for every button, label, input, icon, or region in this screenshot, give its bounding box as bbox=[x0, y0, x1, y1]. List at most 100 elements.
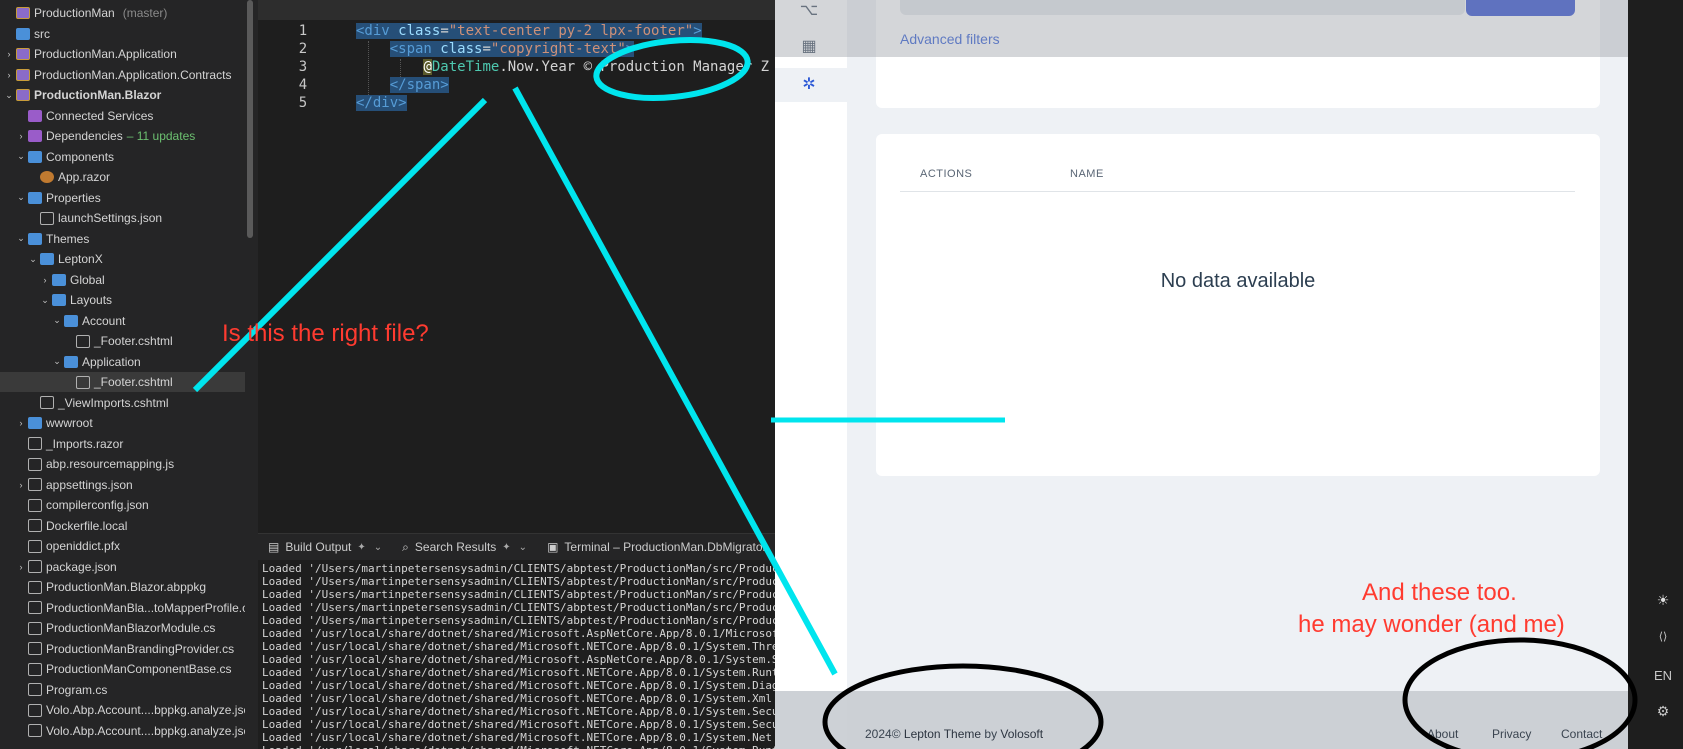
tree-item[interactable]: _Footer.cshtml bbox=[0, 331, 245, 351]
chevron-icon[interactable]: ⌄ bbox=[40, 295, 50, 306]
panel-tab[interactable]: ▣ Terminal – ProductionMan.DbMigrator bbox=[537, 534, 776, 560]
footer-privacy-link[interactable]: Privacy bbox=[1492, 727, 1531, 741]
explorer-scrollbar[interactable] bbox=[247, 0, 253, 238]
footer-contact-link[interactable]: Contact bbox=[1561, 727, 1602, 741]
tree-item[interactable]: _Footer.cshtml bbox=[0, 372, 245, 392]
code-line[interactable]: 3 @DateTime.Now.Year © Production Manage… bbox=[258, 59, 775, 77]
tree-item[interactable]: _Imports.razor bbox=[0, 434, 245, 454]
tree-item[interactable]: _ViewImports.cshtml bbox=[0, 393, 245, 413]
chevron-icon[interactable]: › bbox=[4, 49, 14, 59]
panel-tab-bar: ▤ Build Output ✦ ⌄ ⌕ Search Results ✦ ⌄ ▣ Termina… bbox=[258, 534, 775, 560]
tree-item[interactable]: ProductionManBla...toMapperProfile.cs bbox=[0, 598, 245, 618]
output-line: Loaded '/usr/local/share/dotnet/shared/M… bbox=[262, 718, 775, 731]
code-line[interactable]: 5 </div> bbox=[258, 95, 775, 113]
tree-item[interactable]: ⌄ Components bbox=[0, 147, 245, 167]
razor-file-icon bbox=[40, 171, 54, 183]
chevron-icon[interactable]: ⌄ bbox=[16, 192, 26, 203]
chevron-icon[interactable]: › bbox=[16, 480, 26, 490]
chevron-icon[interactable]: ⌄ bbox=[16, 233, 26, 244]
code-token: <div bbox=[356, 23, 399, 39]
tree-item[interactable]: abp.resourcemapping.js bbox=[0, 454, 245, 474]
footer-about-link[interactable]: About bbox=[1427, 727, 1458, 741]
tree-item[interactable]: src bbox=[0, 24, 245, 44]
code-token: <span bbox=[389, 41, 441, 57]
cshtml-file-icon bbox=[40, 396, 54, 409]
tree-item-label: Connected Services bbox=[46, 108, 154, 123]
tree-item[interactable]: compilerconfig.json bbox=[0, 495, 245, 515]
code-line[interactable]: 4 </span> bbox=[258, 77, 775, 95]
footer-theme-link[interactable]: Lepton Theme bbox=[904, 727, 981, 741]
tree-item[interactable]: Volo.Abp.Account....bppkg.analyze.json bbox=[0, 721, 245, 741]
chevron-down-icon[interactable]: ⌄ bbox=[374, 542, 382, 553]
app-side-nav: ⌥ ▦ ✲ bbox=[775, 0, 847, 749]
tree-item[interactable]: ⌄ Account bbox=[0, 311, 245, 331]
tree-item[interactable]: › wwwroot bbox=[0, 413, 245, 433]
tree-item[interactable]: › Dependencies – 11 updates bbox=[0, 126, 245, 146]
code-tokens: </span> bbox=[389, 77, 449, 93]
project-icon bbox=[16, 89, 30, 101]
chevron-down-icon[interactable]: ⌄ bbox=[519, 542, 527, 553]
tree-item[interactable]: Program.cs bbox=[0, 680, 245, 700]
tree-item[interactable]: › ProductionMan.Application.Contracts bbox=[0, 65, 245, 85]
language-switch[interactable]: EN bbox=[1653, 668, 1673, 683]
tree-item[interactable]: App.razor bbox=[0, 167, 245, 187]
panel-tab[interactable]: ⌕ Search Results ✦ ⌄ bbox=[392, 534, 537, 560]
footer-vendor-link[interactable]: Volosoft bbox=[1000, 727, 1043, 741]
tree-item[interactable]: › appsettings.json bbox=[0, 475, 245, 495]
tree-item-label: ProductionMan bbox=[34, 6, 115, 20]
chevron-icon[interactable]: ⌄ bbox=[52, 356, 62, 367]
tree-item[interactable]: › package.json bbox=[0, 557, 245, 577]
folder-icon bbox=[28, 150, 42, 163]
razor-file-icon bbox=[28, 437, 42, 450]
tree-item[interactable]: ⌄ ProductionMan.Blazor bbox=[0, 85, 245, 105]
connected-services-icon bbox=[28, 109, 42, 122]
folder-icon bbox=[40, 253, 54, 265]
tree-item[interactable]: launchSettings.json bbox=[0, 208, 245, 228]
tree-item[interactable]: ProductionMan (master) bbox=[0, 3, 245, 23]
theme-sun-icon[interactable]: ☀ bbox=[1653, 592, 1673, 609]
chevron-icon[interactable]: ⌄ bbox=[28, 254, 38, 265]
tree-item[interactable]: ProductionMan.Blazor.abppkg bbox=[0, 577, 245, 597]
chevron-icon[interactable]: ⌄ bbox=[16, 151, 26, 162]
tree-item[interactable]: › Global bbox=[0, 270, 245, 290]
tree-item-label: Dependencies bbox=[46, 129, 123, 143]
column-actions[interactable]: ACTIONS bbox=[920, 168, 972, 180]
settings-icon[interactable]: ⚙ bbox=[1653, 703, 1673, 720]
code-line[interactable]: 1 <div class="text-center py-2 lpx-footer… bbox=[258, 23, 775, 41]
indent-guide bbox=[400, 59, 401, 77]
tree-item[interactable]: Connected Services bbox=[0, 106, 245, 126]
chevron-icon[interactable]: ⌄ bbox=[4, 90, 14, 101]
tree-item[interactable]: ⌄ Themes bbox=[0, 229, 245, 249]
code-editor[interactable]: 1 <div class="text-center py-2 lpx-footer… bbox=[258, 0, 775, 530]
code-line[interactable]: 2 <span class="copyright-text"> bbox=[258, 41, 775, 59]
settings-gear-icon[interactable]: ✲ bbox=[799, 74, 819, 94]
chevron-icon[interactable]: › bbox=[16, 418, 26, 428]
chevron-icon[interactable]: › bbox=[16, 131, 26, 141]
column-name[interactable]: NAME bbox=[1070, 168, 1104, 180]
tree-item[interactable]: openiddict.pfx bbox=[0, 536, 245, 556]
tree-item[interactable]: Dockerfile.local bbox=[0, 516, 245, 536]
branch-label: (master) bbox=[122, 6, 168, 20]
tree-item[interactable]: ProductionManComponentBase.cs bbox=[0, 659, 245, 679]
empty-state-text: No data available bbox=[1160, 270, 1316, 292]
pin-icon[interactable]: ✦ bbox=[502, 542, 510, 553]
tree-item[interactable]: ProductionManBlazorModule.cs bbox=[0, 618, 245, 638]
chevron-icon[interactable]: › bbox=[40, 275, 50, 285]
code-text: </div> bbox=[356, 95, 407, 111]
tree-item[interactable]: ⌄ LeptonX bbox=[0, 249, 245, 269]
tree-item[interactable]: ProductionManBrandingProvider.cs bbox=[0, 639, 245, 659]
code-icon[interactable]: ⟨⟩ bbox=[1653, 630, 1673, 643]
tree-item[interactable]: ⌄ Application bbox=[0, 352, 245, 372]
chevron-icon[interactable]: › bbox=[4, 70, 14, 80]
panel-tab[interactable]: ▤ Build Output ✦ ⌄ bbox=[258, 534, 392, 560]
chevron-icon[interactable]: › bbox=[16, 562, 26, 572]
tree-item[interactable]: ⌄ Properties bbox=[0, 188, 245, 208]
search-icon: ⌕ bbox=[402, 539, 409, 554]
chevron-icon[interactable]: ⌄ bbox=[52, 315, 62, 326]
tree-item[interactable]: Volo.Abp.Account....bppkg.analyze.json bbox=[0, 700, 245, 720]
tree-item-label: Global bbox=[70, 272, 105, 287]
tree-item[interactable]: ⌄ Layouts bbox=[0, 290, 245, 310]
pin-icon[interactable]: ✦ bbox=[357, 542, 365, 553]
tree-item[interactable]: › ProductionMan.Application bbox=[0, 44, 245, 64]
tree-item-label: ProductionManBla...toMapperProfile.cs bbox=[46, 600, 245, 615]
